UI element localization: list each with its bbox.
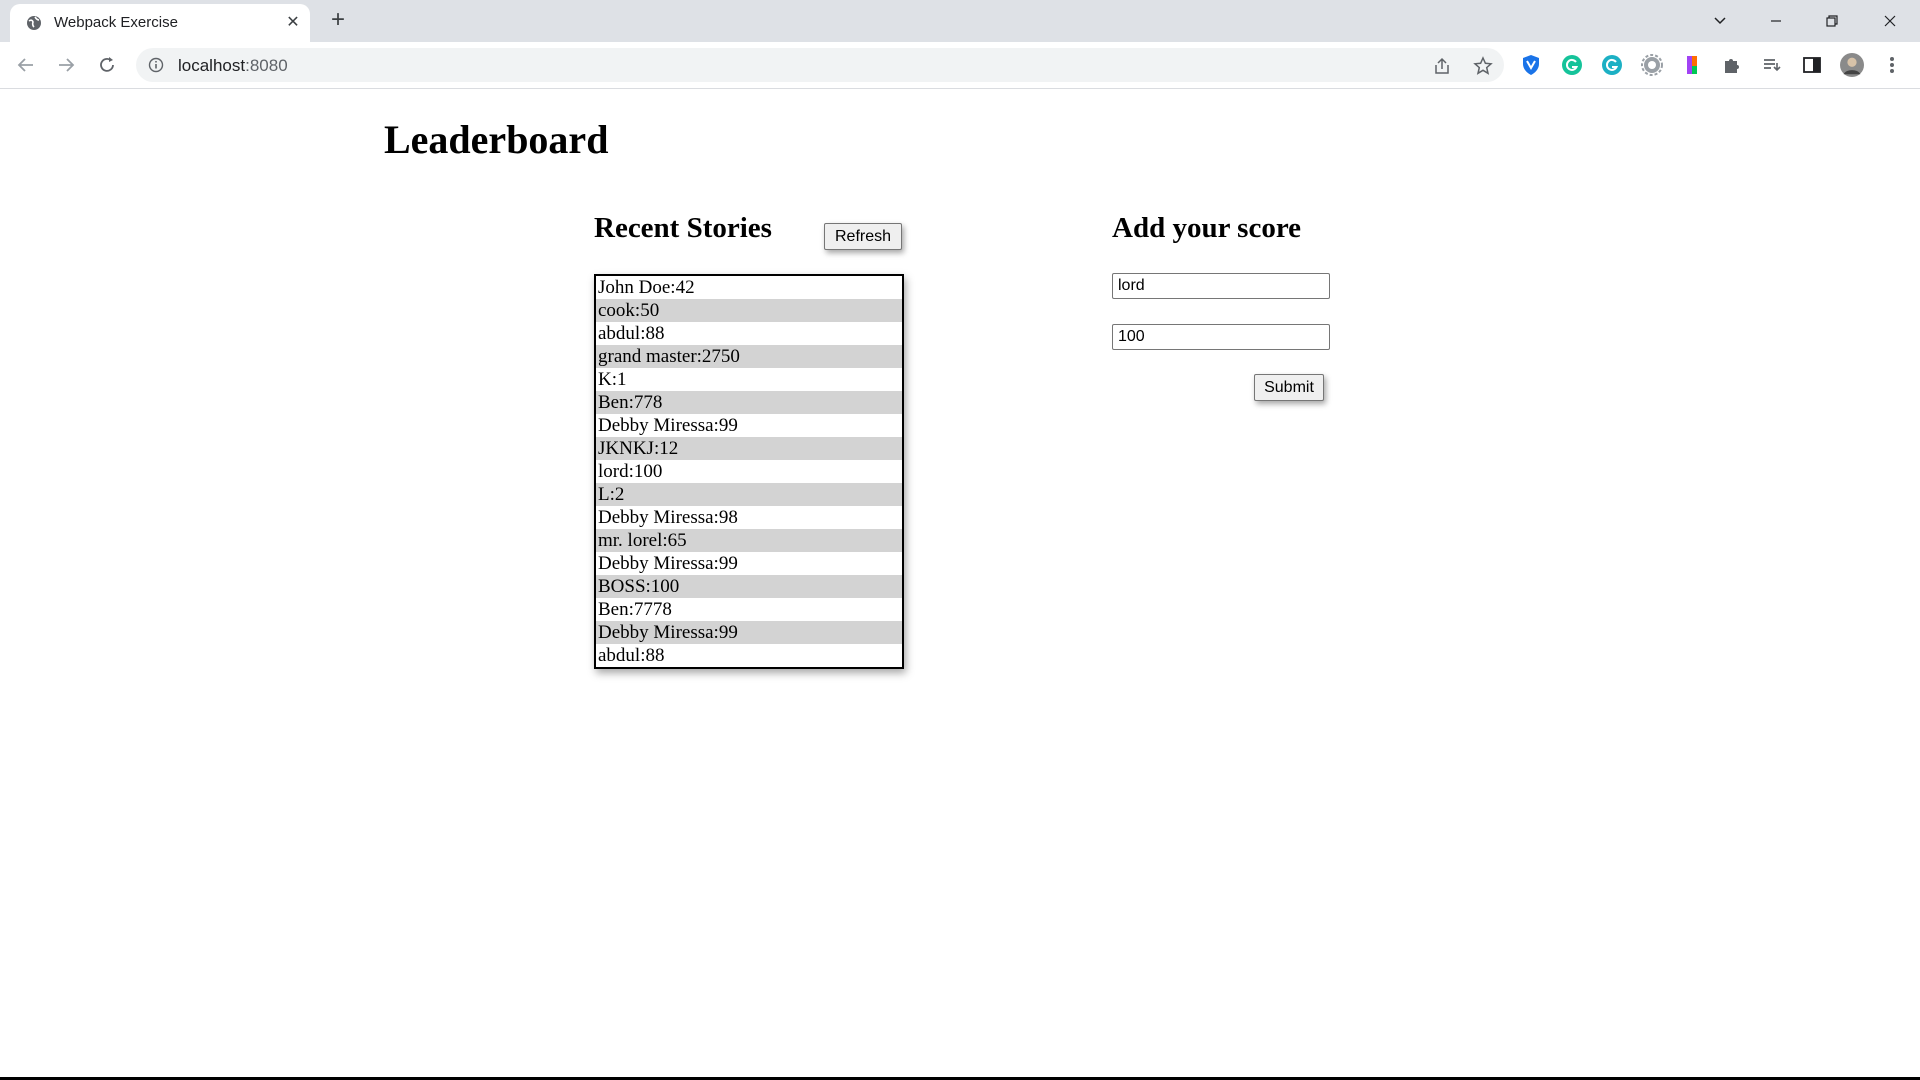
score-item: abdul:88	[598, 645, 665, 666]
side-panel-icon[interactable]	[1800, 53, 1824, 77]
url-port: :8080	[245, 56, 288, 75]
address-url: localhost:8080	[178, 56, 288, 76]
new-tab-button[interactable]: +	[325, 8, 351, 34]
score-item: grand master:2750	[596, 345, 902, 368]
page-title: Leaderboard	[384, 117, 609, 162]
score-item: Debby Miressa:99	[598, 553, 738, 574]
tab-title: Webpack Exercise	[54, 14, 178, 31]
score-item: abdul:88	[598, 323, 665, 344]
url-host: localhost	[178, 56, 246, 75]
grammarly-icon[interactable]	[1560, 53, 1584, 77]
profile-avatar[interactable]	[1840, 53, 1864, 77]
score-item: Ben:778	[596, 391, 902, 414]
shield-extension-icon[interactable]	[1519, 53, 1543, 77]
reading-list-icon[interactable]	[1760, 53, 1784, 77]
reload-icon[interactable]	[93, 51, 121, 79]
extensions-puzzle-icon[interactable]	[1720, 53, 1744, 77]
globe-icon	[26, 15, 42, 31]
minimize-icon[interactable]	[1748, 0, 1804, 42]
back-icon[interactable]	[12, 51, 40, 79]
scores-list: John Doe:42 cook:50 abdul:88 grand maste…	[594, 274, 904, 669]
score-item: Debby Miressa:99	[596, 621, 902, 644]
score-item: L:2	[596, 483, 902, 506]
recent-stories-heading: Recent Stories	[594, 212, 772, 244]
address-bar[interactable]: localhost:8080	[136, 48, 1504, 82]
score-item: K:1	[598, 369, 627, 390]
score-item: cook:50	[596, 299, 902, 322]
score-input[interactable]	[1112, 324, 1330, 350]
score-item: mr. lorel:65	[596, 529, 902, 552]
refresh-button[interactable]: Refresh	[824, 223, 902, 250]
tab-close-icon[interactable]: ✕	[282, 12, 304, 34]
share-icon[interactable]	[1431, 55, 1453, 77]
score-item: Ben:7778	[598, 599, 672, 620]
score-item: Debby Miressa:98	[598, 507, 738, 528]
browser-tabstrip: Webpack Exercise ✕ +	[0, 0, 1920, 42]
name-input[interactable]	[1112, 273, 1330, 299]
submit-button[interactable]: Submit	[1254, 374, 1324, 401]
gear-extension-icon[interactable]	[1640, 53, 1664, 77]
page-content: Leaderboard Recent Stories Refresh John …	[0, 88, 1920, 1078]
score-item: BOSS:100	[596, 575, 902, 598]
colorful-extension-icon[interactable]	[1680, 53, 1704, 77]
bookmark-star-icon[interactable]	[1472, 55, 1494, 77]
close-window-icon[interactable]	[1862, 0, 1918, 42]
browser-toolbar: localhost:8080	[0, 42, 1920, 89]
score-item: JKNKJ:12	[596, 437, 902, 460]
tab-search-icon[interactable]	[1692, 0, 1748, 42]
forward-icon[interactable]	[52, 51, 80, 79]
score-item: lord:100	[598, 461, 663, 482]
add-score-heading: Add your score	[1112, 212, 1302, 244]
browser-tab[interactable]: Webpack Exercise ✕	[10, 4, 310, 42]
restore-icon[interactable]	[1804, 0, 1860, 42]
chrome-menu-icon[interactable]	[1880, 53, 1904, 77]
grammarly-alt-icon[interactable]	[1600, 53, 1624, 77]
score-item: John Doe:42	[598, 277, 695, 298]
score-item: Debby Miressa:99	[598, 415, 738, 436]
site-info-icon[interactable]	[148, 57, 164, 73]
